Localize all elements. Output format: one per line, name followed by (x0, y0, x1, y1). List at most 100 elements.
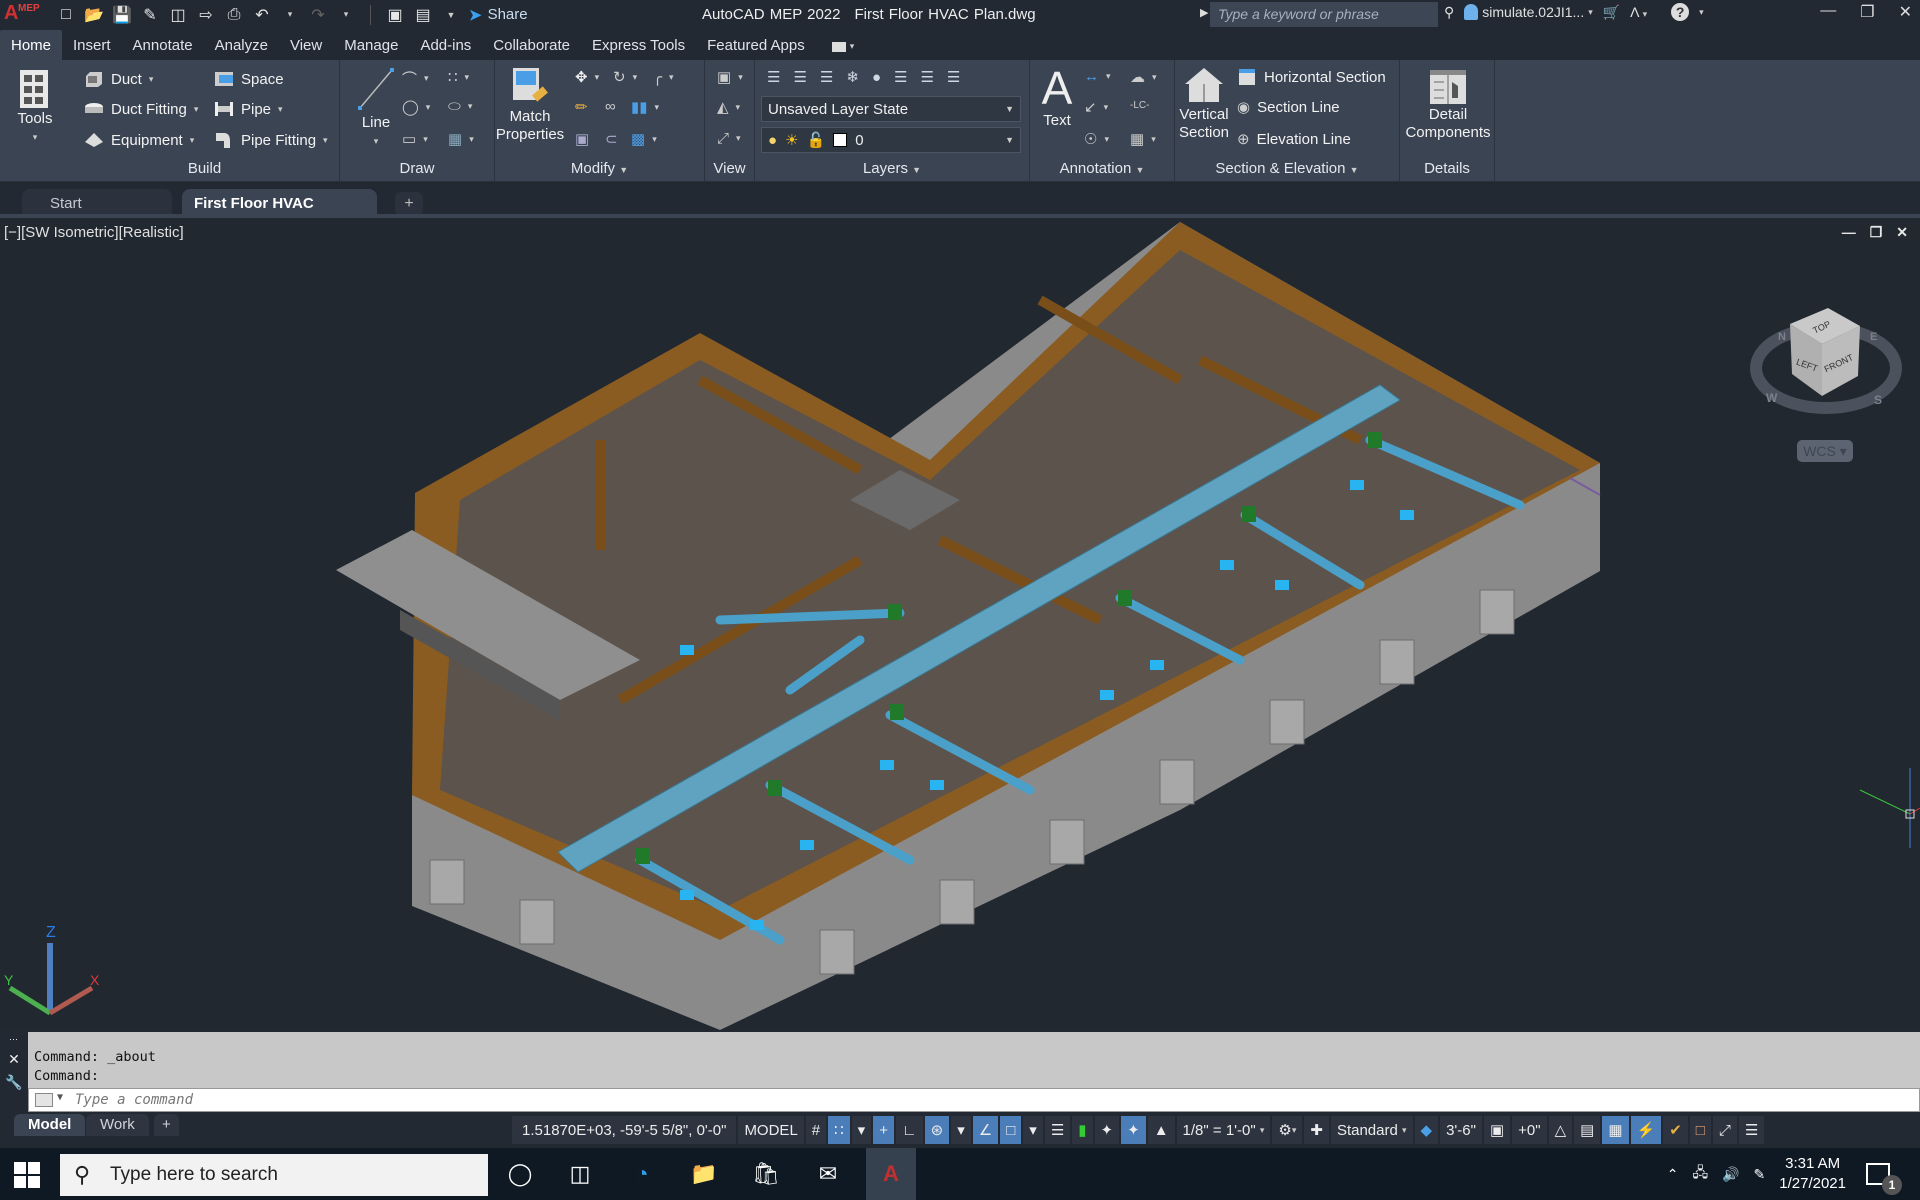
offset-button[interactable]: ⊂ (605, 130, 618, 148)
layer-freeze-icon[interactable]: ❄ (846, 68, 859, 86)
field-button[interactable]: ☉ ▾ (1084, 130, 1109, 148)
drag-handle-icon[interactable]: ⋯ (9, 1034, 19, 1045)
ellipse-button[interactable]: ⬭ ▾ (448, 98, 472, 115)
arc-button[interactable]: ⌒ ▾ (402, 68, 429, 89)
open-folder-icon[interactable]: 📂 (84, 5, 104, 25)
panel-title-layers[interactable]: Layers ▼ (755, 158, 1029, 180)
hardware-acceleration-icon[interactable]: ⚡ (1630, 1116, 1662, 1144)
restore-icon[interactable]: ❐ (1860, 2, 1874, 22)
object-snap-tracking-icon[interactable]: □ (1000, 1116, 1022, 1144)
redo-icon[interactable]: ↷ (308, 5, 328, 25)
isolate-objects-icon[interactable]: ▦ (1602, 1116, 1629, 1144)
infer-constraints-icon[interactable]: + (873, 1116, 894, 1144)
fillet-button[interactable]: ╭ ▾ (653, 68, 674, 86)
erase-button[interactable]: ✏ (575, 98, 588, 116)
equipment-button[interactable]: Equipment ▾ (84, 131, 194, 149)
save-to-web-icon[interactable]: ⇨ (196, 5, 216, 25)
vertical-section-button[interactable]: Vertical Section (1177, 66, 1231, 142)
viewport-close-icon[interactable]: ✕ (1896, 224, 1908, 241)
taskbar-search-input[interactable]: ⚲ Type here to search (60, 1154, 488, 1196)
search-expand-icon[interactable]: ▶ (1200, 6, 1208, 19)
undo-dropdown-icon[interactable]: ▾ (280, 5, 300, 25)
section-line-button[interactable]: ◉ Section Line (1237, 98, 1340, 117)
centerline-button[interactable]: -LC- (1130, 100, 1149, 111)
layout-icon[interactable]: □ (1689, 1116, 1711, 1144)
annotation-visibility-icon[interactable]: ✦ (1094, 1116, 1120, 1144)
panel-title-section-elevation[interactable]: Section & Elevation ▼ (1175, 158, 1399, 180)
open-from-web-icon[interactable]: ◫ (168, 5, 188, 25)
close-icon[interactable]: ✕ (1899, 2, 1912, 22)
drawing-viewport[interactable]: [−][SW Isometric][Realistic] — ❐ ✕ TOP L… (0, 218, 1920, 1030)
elevation-offset-value[interactable]: +0" (1512, 1116, 1547, 1144)
layer-change-icon[interactable]: ☰ (820, 68, 833, 86)
annotation-scale-icon[interactable]: ▲ (1147, 1116, 1175, 1144)
array-button[interactable]: ▩ ▾ (631, 130, 657, 148)
minimize-icon[interactable]: — (1820, 2, 1836, 22)
rectangle-button[interactable]: ▭ ▾ (402, 130, 428, 148)
lineweight-icon[interactable]: ☰ (1044, 1116, 1071, 1144)
detail-components-button[interactable]: Detail Components (1404, 68, 1492, 142)
help-search-input[interactable]: Type a keyword or phrase (1210, 2, 1438, 27)
project-navigator-icon[interactable]: ▤ (413, 5, 433, 25)
clean-screen-icon[interactable]: ✔ (1663, 1116, 1688, 1144)
isodraft-icon[interactable]: ∠ (972, 1116, 999, 1144)
line-button[interactable]: Line ▾ (350, 64, 402, 150)
save-icon[interactable]: 💾 (112, 5, 132, 25)
pipe-button[interactable]: Pipe ▾ (214, 100, 283, 118)
plot-icon[interactable]: ⎙ (224, 5, 244, 25)
mail-icon[interactable]: ✉ (810, 1156, 846, 1192)
polar-tracking-icon[interactable]: ⊛ (924, 1116, 950, 1144)
tab-insert[interactable]: Insert (62, 30, 122, 60)
cut-plane-icon[interactable]: ◆ (1414, 1116, 1439, 1144)
layout-tab-work[interactable]: Work (86, 1114, 149, 1136)
undo-icon[interactable]: ↶ (252, 5, 272, 25)
tab-add-ins[interactable]: Add-ins (409, 30, 482, 60)
recent-commands-dropdown-icon[interactable]: ▼ (57, 1092, 63, 1103)
add-icon[interactable]: ✚ (1304, 1116, 1329, 1144)
transparency-icon[interactable]: ▮ (1072, 1116, 1093, 1144)
point-button[interactable]: ∷ ▾ (448, 68, 469, 86)
view-cube-button[interactable]: ▣ ▾ (717, 68, 743, 86)
windows-start-button[interactable] (14, 1162, 40, 1188)
compass-w[interactable]: W (1766, 391, 1778, 405)
compass-e[interactable]: E (1870, 331, 1877, 343)
pen-icon[interactable]: ✎ (1754, 1166, 1766, 1183)
autodesk-a360-icon[interactable]: Λ ▾ (1630, 4, 1647, 20)
redo-dropdown-icon[interactable]: ▾ (336, 5, 356, 25)
help-icon[interactable]: ? (1671, 3, 1690, 21)
close-command-line-icon[interactable]: ✕ (8, 1051, 20, 1068)
table-button[interactable]: ▦ ▾ (1130, 130, 1156, 148)
command-prompt-icon[interactable] (35, 1093, 53, 1107)
customization-menu-icon[interactable]: ☰ (1738, 1116, 1765, 1144)
user-account-menu[interactable]: simulate.02JI1... ▾ (1464, 4, 1593, 20)
tab-home[interactable]: Home (0, 30, 63, 60)
osnap-dropdown-icon[interactable]: ▾ (1023, 1116, 1043, 1144)
show-hidden-icons-icon[interactable]: ⌃ (1667, 1166, 1679, 1183)
duct-fitting-button[interactable]: Duct Fitting ▾ (84, 100, 198, 118)
elevation-line-button[interactable]: ⊕ Elevation Line (1237, 130, 1351, 149)
tab-annotate[interactable]: Annotate (122, 30, 204, 60)
leader-button[interactable]: ↙ ▾ (1084, 98, 1108, 116)
visual-styles-button[interactable]: ◭ ▾ (717, 98, 740, 116)
save-as-icon[interactable]: ✎ (140, 5, 160, 25)
graphics-performance-icon[interactable]: ▤ (1574, 1116, 1601, 1144)
viewport-minimize-icon[interactable]: — (1842, 224, 1856, 241)
layer-previous-icon[interactable]: ☰ (920, 68, 933, 86)
panel-title-modify[interactable]: Modify ▼ (495, 158, 704, 180)
horizontal-section-button[interactable]: Horizontal Section (1237, 68, 1386, 86)
viewcube[interactable]: TOP LEFT FRONT N E W S (1750, 296, 1910, 446)
task-view-icon[interactable]: ◫ (562, 1156, 598, 1192)
customize-wrench-icon[interactable]: 🔧 (5, 1074, 22, 1091)
tab-featured-apps[interactable]: Featured Apps (696, 30, 816, 60)
tab-view[interactable]: View (279, 30, 333, 60)
building-model-3d[interactable] (0, 218, 1920, 1030)
mirror-button[interactable]: ▮▮ ▾ (631, 98, 659, 116)
model-space-toggle[interactable]: MODEL (738, 1116, 804, 1144)
pipe-fitting-button[interactable]: Pipe Fitting ▾ (214, 131, 328, 149)
cart-icon[interactable]: 🛒 (1603, 4, 1620, 21)
layer-match-icon[interactable]: ☰ (793, 68, 806, 86)
layer-walk-icon[interactable]: ☰ (894, 68, 907, 86)
layer-state-select[interactable]: Unsaved Layer State ▼ (761, 96, 1021, 122)
tab-manage[interactable]: Manage (333, 30, 409, 60)
layer-properties-icon[interactable]: ☰ (767, 68, 780, 86)
